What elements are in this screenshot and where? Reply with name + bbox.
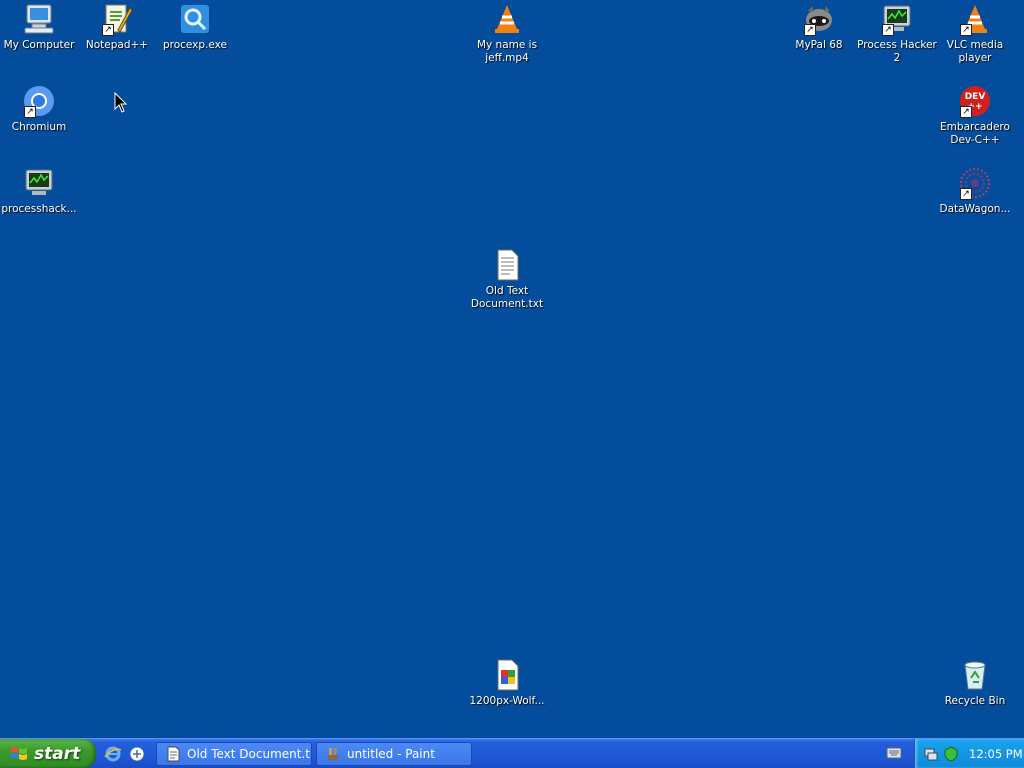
desktop-icon-procexp[interactable]: procexp.exe bbox=[156, 2, 234, 52]
clock[interactable]: 12:05 PM bbox=[969, 747, 1023, 761]
devcpp-icon: DEV ++ ↗ bbox=[958, 84, 992, 118]
desktop-icon-label: MyPal 68 bbox=[795, 39, 843, 51]
datawagon-icon: ↗ bbox=[958, 166, 992, 200]
desktop-icon-label: processhack... bbox=[1, 203, 77, 215]
desktop-icon-label: DataWagon... bbox=[939, 203, 1011, 215]
mouse-cursor-icon bbox=[114, 92, 128, 113]
desktop-icon-label: Notepad++ bbox=[85, 39, 149, 51]
desktop-icon-my-computer[interactable]: My Computer bbox=[0, 2, 78, 52]
desktop-icon-label: Process Hacker 2 bbox=[857, 39, 937, 64]
taskbar: start Old Text Document.t... untitled - … bbox=[0, 738, 1024, 768]
desktop-icon-label: procexp.exe bbox=[162, 39, 228, 51]
process-hacker-icon: ↗ bbox=[880, 2, 914, 36]
start-label: start bbox=[34, 743, 81, 764]
desktop-icon-recycle-bin[interactable]: Recycle Bin bbox=[936, 658, 1014, 708]
taskbar-button-paint[interactable]: untitled - Paint bbox=[316, 742, 472, 766]
svg-text:DEV: DEV bbox=[965, 92, 986, 102]
vlc-icon bbox=[490, 2, 524, 36]
desktop-icon-label: Recycle Bin bbox=[944, 695, 1006, 707]
process-hacker-icon bbox=[22, 166, 56, 200]
procexp-icon bbox=[178, 2, 212, 36]
desktop-icon-label: Old Text Document.txt bbox=[470, 285, 544, 310]
desktop-icon-processhack[interactable]: processhack... bbox=[0, 166, 78, 216]
desktop-icon-old-text-document[interactable]: Old Text Document.txt bbox=[468, 248, 546, 311]
desktop-icon-vlc[interactable]: ↗ VLC media player bbox=[936, 2, 1014, 65]
show-desktop-icon[interactable] bbox=[128, 745, 146, 763]
my-computer-icon bbox=[22, 2, 56, 36]
desktop-icon-chromium[interactable]: ↗ Chromium bbox=[0, 84, 78, 134]
network-icon[interactable] bbox=[923, 746, 939, 762]
desktop-icon-label: Embarcadero Dev-C++ bbox=[940, 121, 1010, 146]
taskbar-button-label: Old Text Document.t... bbox=[187, 747, 312, 761]
desktop-icon-notepadpp[interactable]: ↗ Notepad++ bbox=[78, 2, 156, 52]
desktop-icon-label: My Computer bbox=[3, 39, 75, 51]
keyboard-icon[interactable] bbox=[886, 747, 902, 759]
taskbar-button-old-text-document[interactable]: Old Text Document.t... bbox=[156, 742, 312, 766]
desktop-icon-jeff-mp4[interactable]: My name is jeff.mp4 bbox=[468, 2, 546, 65]
quick-launch bbox=[104, 743, 146, 765]
internet-explorer-icon[interactable] bbox=[104, 745, 122, 763]
windows-logo-icon bbox=[11, 746, 27, 760]
desktop[interactable]: My Computer ↗ Notepad++ procexp.exe My n… bbox=[0, 0, 1024, 738]
desktop-icon-label: 1200px-Wolf... bbox=[469, 695, 545, 707]
chromium-icon: ↗ bbox=[22, 84, 56, 118]
image-file-icon bbox=[490, 658, 524, 692]
desktop-icon-label: Chromium bbox=[11, 121, 67, 133]
mypal-icon: ↗ bbox=[802, 2, 836, 36]
recycle-bin-icon bbox=[958, 658, 992, 692]
system-tray: 12:05 PM bbox=[914, 739, 1024, 768]
desktop-icon-wolf-image[interactable]: 1200px-Wolf... bbox=[468, 658, 546, 708]
text-document-icon bbox=[490, 248, 524, 282]
paint-icon bbox=[328, 748, 338, 760]
vlc-icon: ↗ bbox=[958, 2, 992, 36]
desktop-icon-devcpp[interactable]: DEV ++ ↗ Embarcadero Dev-C++ bbox=[936, 84, 1014, 147]
desktop-icon-mypal[interactable]: ↗ MyPal 68 bbox=[780, 2, 858, 52]
desktop-icon-process-hacker[interactable]: ↗ Process Hacker 2 bbox=[857, 2, 937, 65]
notepadpp-icon: ↗ bbox=[100, 2, 134, 36]
start-button[interactable]: start bbox=[0, 739, 96, 768]
taskbar-button-label: untitled - Paint bbox=[347, 747, 435, 761]
security-icon[interactable] bbox=[943, 745, 959, 762]
desktop-icon-datawagon[interactable]: ↗ DataWagon... bbox=[936, 166, 1014, 216]
notepad-icon bbox=[167, 746, 180, 762]
desktop-icon-label: My name is jeff.mp4 bbox=[476, 39, 538, 64]
desktop-icon-label: VLC media player bbox=[946, 39, 1004, 64]
